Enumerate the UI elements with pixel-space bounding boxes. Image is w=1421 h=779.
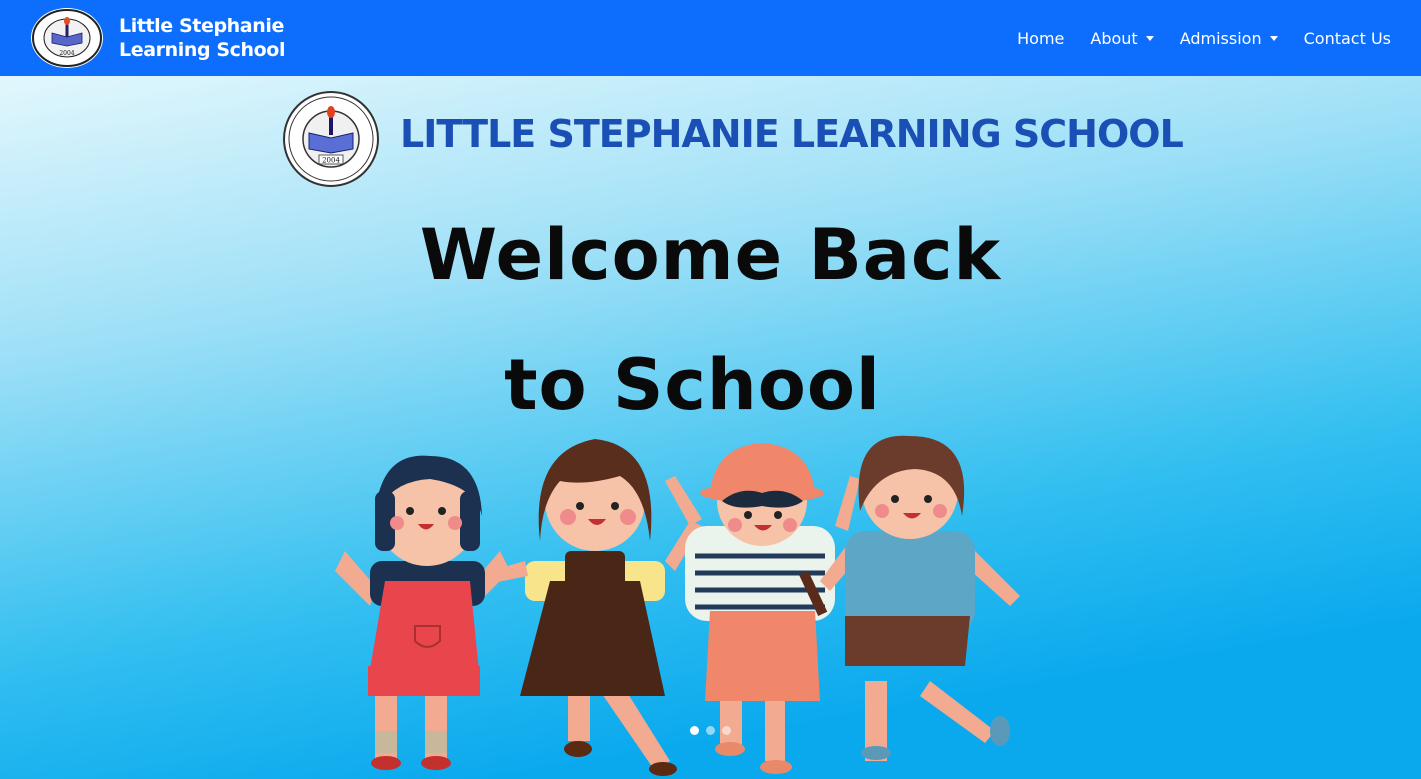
main-nav: Home About Admission Contact Us [991,0,1391,76]
school-seal-icon: 2004 [283,91,379,187]
nav-home[interactable]: Home [1017,29,1064,48]
nav-contact[interactable]: Contact Us [1304,29,1391,48]
nav-home-label: Home [1017,28,1065,48]
brand-line-1: Little Stephanie [119,15,284,37]
nav-about-label: About [1090,28,1138,48]
school-seal-icon: 2004 [31,8,103,68]
nav-admission-dropdown[interactable]: Admission [1180,29,1278,48]
dropdown-caret-icon [1269,36,1278,41]
brand-name: Little Stephanie Learning School [119,14,285,62]
carousel-indicators [0,726,1421,735]
hero-carousel[interactable]: 2004 LITTLE STEPHANIE LEARNING SCHOOL We… [0,76,1421,779]
brand-line-2: Learning School [119,39,286,61]
kid-red-overalls [335,455,510,770]
nav-contact-label: Contact Us [1303,28,1391,48]
brand-link[interactable]: 2004 Little Stephanie Learning School [30,7,285,69]
school-name-heading: LITTLE STEPHANIE LEARNING SCHOOL [400,112,1184,156]
nav-about-dropdown[interactable]: About [1090,28,1154,48]
welcome-heading-line-1: Welcome Back [419,214,1002,296]
svg-text:2004: 2004 [322,157,340,165]
dropdown-caret-icon [1145,36,1154,41]
kid-striped-shirt [665,443,860,774]
svg-text:2004: 2004 [59,50,74,57]
nav-admission-label: Admission [1179,28,1262,48]
carousel-indicator-icon[interactable] [690,726,699,735]
carousel-indicator-icon[interactable] [722,726,731,735]
carousel-indicator-icon[interactable] [706,726,715,735]
welcome-heading-line-2: to School [504,344,881,426]
top-navbar: 2004 Little Stephanie Learning School Ho… [0,0,1421,76]
